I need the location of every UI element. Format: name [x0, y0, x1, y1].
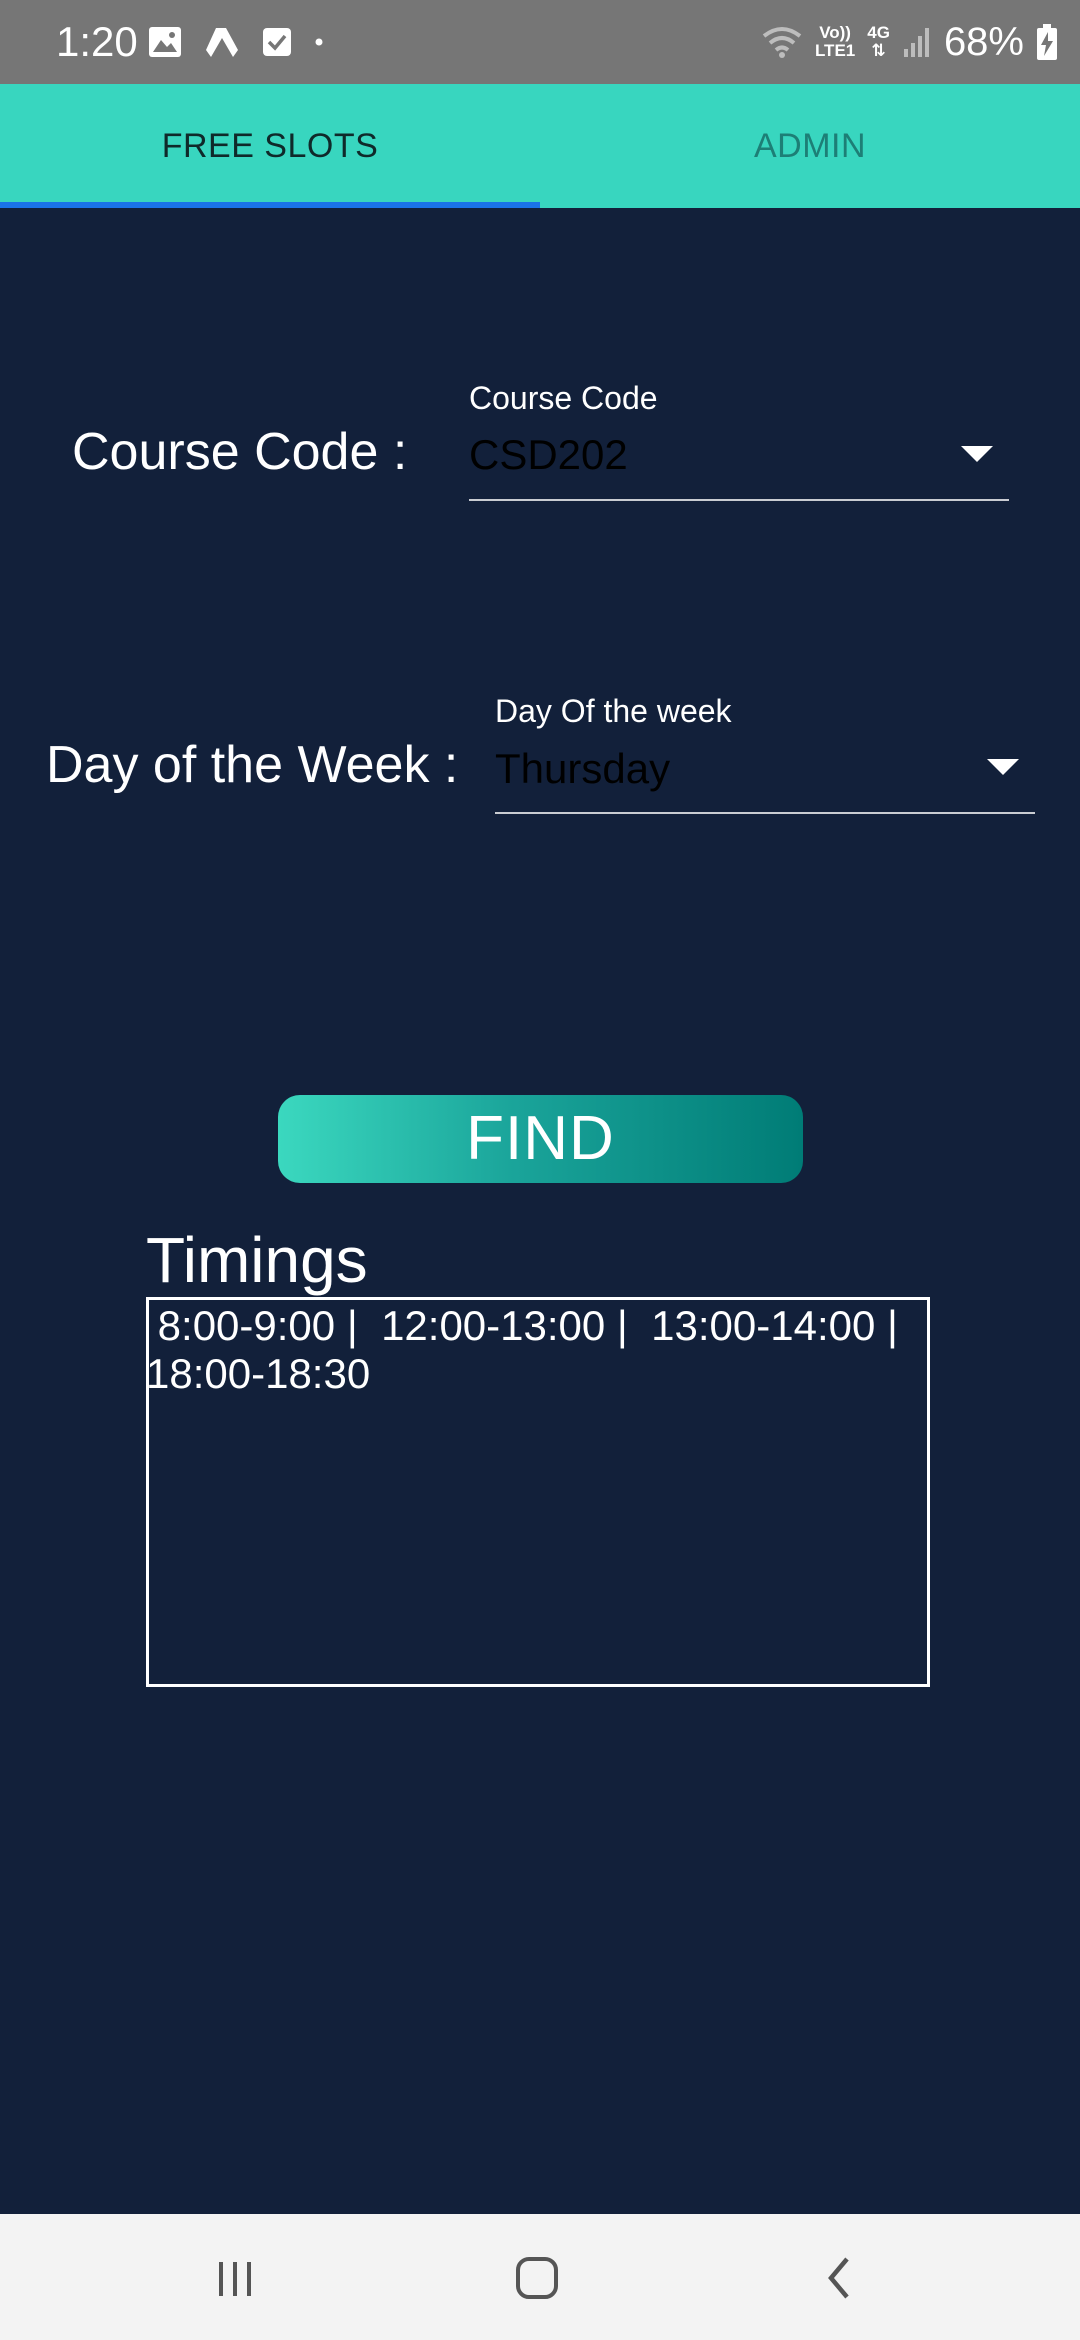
course-code-dropdown-arrow-icon[interactable]	[961, 446, 993, 462]
back-icon	[828, 2257, 849, 2299]
battery-percent: 68%	[943, 20, 1024, 64]
tab-admin[interactable]: ADMIN	[540, 84, 1080, 208]
course-code-label: Course Code :	[72, 423, 408, 481]
course-code-underline	[469, 499, 1009, 501]
timings-title: Timings	[146, 1224, 368, 1296]
volte-indicator: Vo)) LTE1	[814, 23, 856, 60]
dot-icon	[315, 38, 323, 46]
recent-apps-button[interactable]	[205, 2250, 265, 2306]
battery-charging-icon	[1037, 24, 1057, 60]
home-button[interactable]	[507, 2250, 567, 2306]
signal-icon	[903, 28, 929, 57]
back-button[interactable]	[809, 2250, 869, 2306]
tab-selected-indicator	[0, 202, 540, 208]
status-time: 1:20	[56, 18, 138, 65]
day-of-week-label: Day of the Week :	[46, 736, 459, 794]
find-button[interactable]: FIND	[278, 1095, 803, 1183]
day-of-week-value[interactable]: Thursday	[495, 743, 670, 795]
day-of-week-floating-label: Day Of the week	[495, 693, 732, 729]
drive-icon	[206, 28, 238, 57]
notification-icons	[148, 22, 324, 62]
timings-text: 8:00-9:00 | 12:00-13:00 | 13:00-14:00 | …	[146, 1302, 898, 1397]
day-of-week-dropdown-arrow-icon[interactable]	[987, 759, 1019, 775]
image-icon	[149, 27, 181, 57]
day-of-week-underline	[495, 812, 1035, 814]
recent-apps-icon	[219, 2262, 251, 2296]
network-type-indicator: 4G ⇅	[867, 23, 890, 60]
wifi-icon	[762, 27, 802, 58]
tab-free-slots[interactable]: FREE SLOTS	[0, 84, 540, 208]
system-icons: Vo)) LTE1 4G ⇅ 68%	[761, 14, 1058, 70]
home-icon	[516, 2257, 558, 2299]
navigation-bar	[0, 2214, 1080, 2340]
status-bar: 1:20 Vo)) LTE1 4G ⇅ 68%	[0, 0, 1080, 84]
course-code-value[interactable]: CSD202	[469, 429, 628, 481]
course-code-floating-label: Course Code	[469, 380, 658, 416]
tab-bar: FREE SLOTS ADMIN	[0, 84, 1080, 208]
checkbox-icon	[263, 28, 291, 56]
